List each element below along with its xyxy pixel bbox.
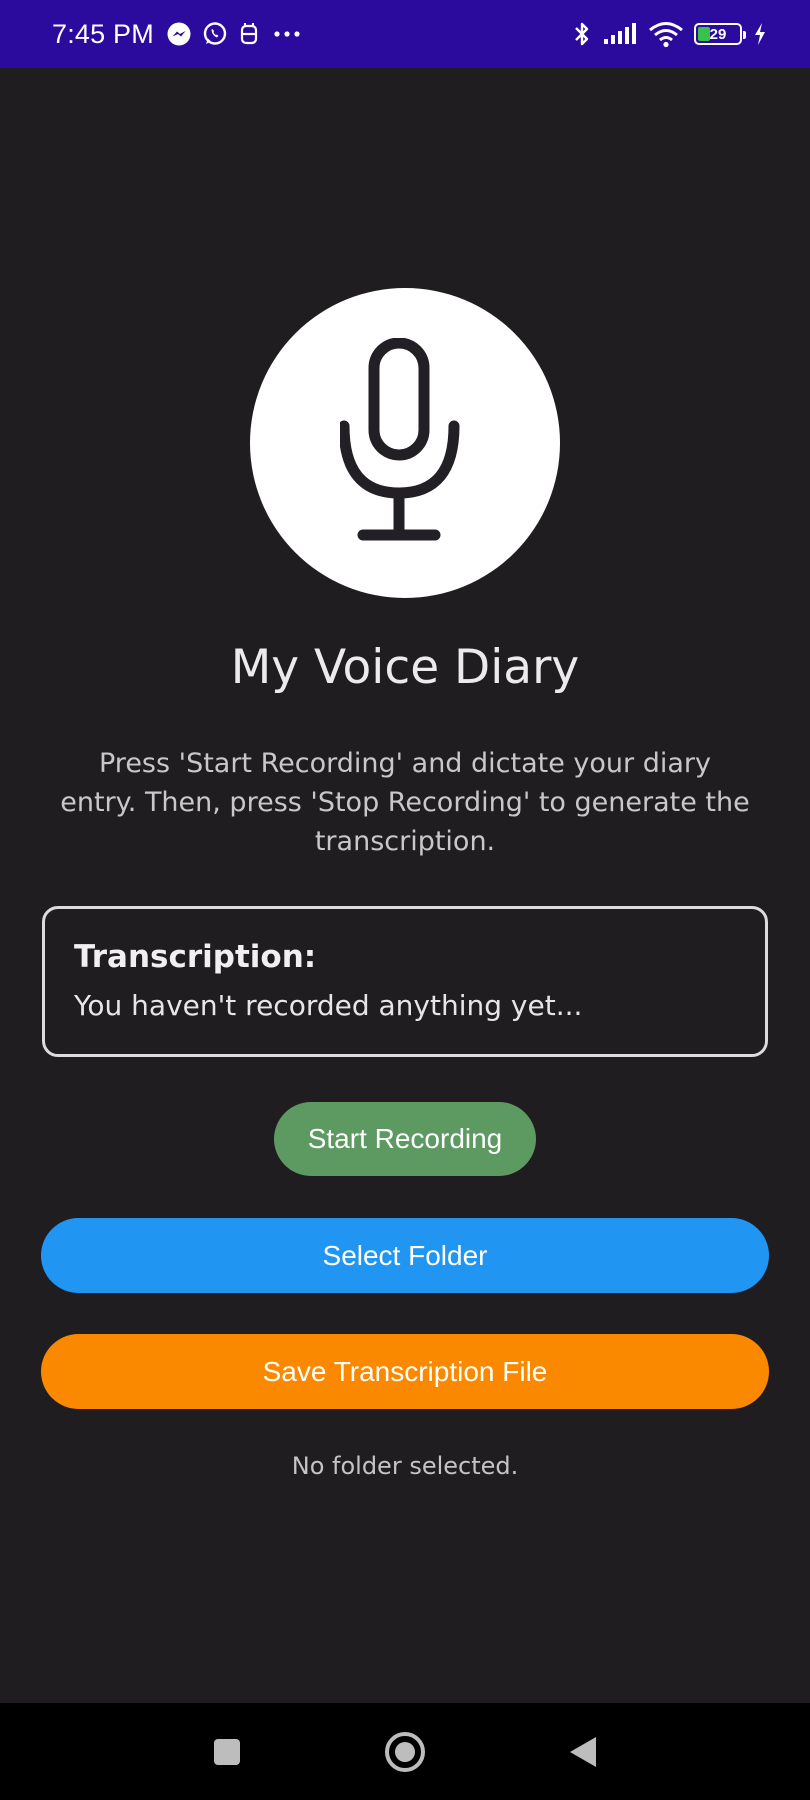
more-dots-icon (270, 21, 304, 47)
instructions-text: Press 'Start Recording' and dictate your… (60, 748, 750, 857)
status-time: 7:45 PM (52, 18, 154, 49)
charging-icon (752, 21, 768, 47)
microphone-badge (250, 288, 560, 598)
status-right-icons: 29 (572, 20, 768, 48)
back-triangle-icon[interactable] (558, 1727, 608, 1777)
folder-status-text: No folder selected. (291, 1452, 519, 1480)
signal-icon (602, 21, 638, 47)
battery-icon: 29 (694, 23, 746, 45)
whatsapp-icon (202, 21, 228, 47)
status-bar: 7:45 PM 29 (0, 0, 810, 68)
select-folder-button[interactable]: Select Folder (41, 1218, 769, 1293)
status-left-icons (166, 21, 304, 47)
home-circle-icon[interactable] (380, 1727, 430, 1777)
navigation-bar (0, 1703, 810, 1800)
battery-level: 29 (709, 25, 727, 43)
save-transcription-button[interactable]: Save Transcription File (41, 1334, 769, 1409)
bluetooth-icon (572, 20, 592, 48)
transcription-panel: Transcription: You haven't recorded anyt… (42, 906, 768, 1057)
recents-square-icon[interactable] (202, 1727, 252, 1777)
transcription-text: You haven't recorded anything yet... (74, 989, 583, 1022)
battery-fill (698, 27, 710, 41)
transcription-label: Transcription: (74, 939, 317, 975)
messenger-icon (166, 21, 192, 47)
wifi-icon (648, 20, 684, 48)
start-recording-button[interactable]: Start Recording (274, 1102, 536, 1176)
page-title: My Voice Diary (230, 640, 580, 695)
notification-app-icon (238, 21, 260, 47)
microphone-icon (340, 338, 470, 548)
